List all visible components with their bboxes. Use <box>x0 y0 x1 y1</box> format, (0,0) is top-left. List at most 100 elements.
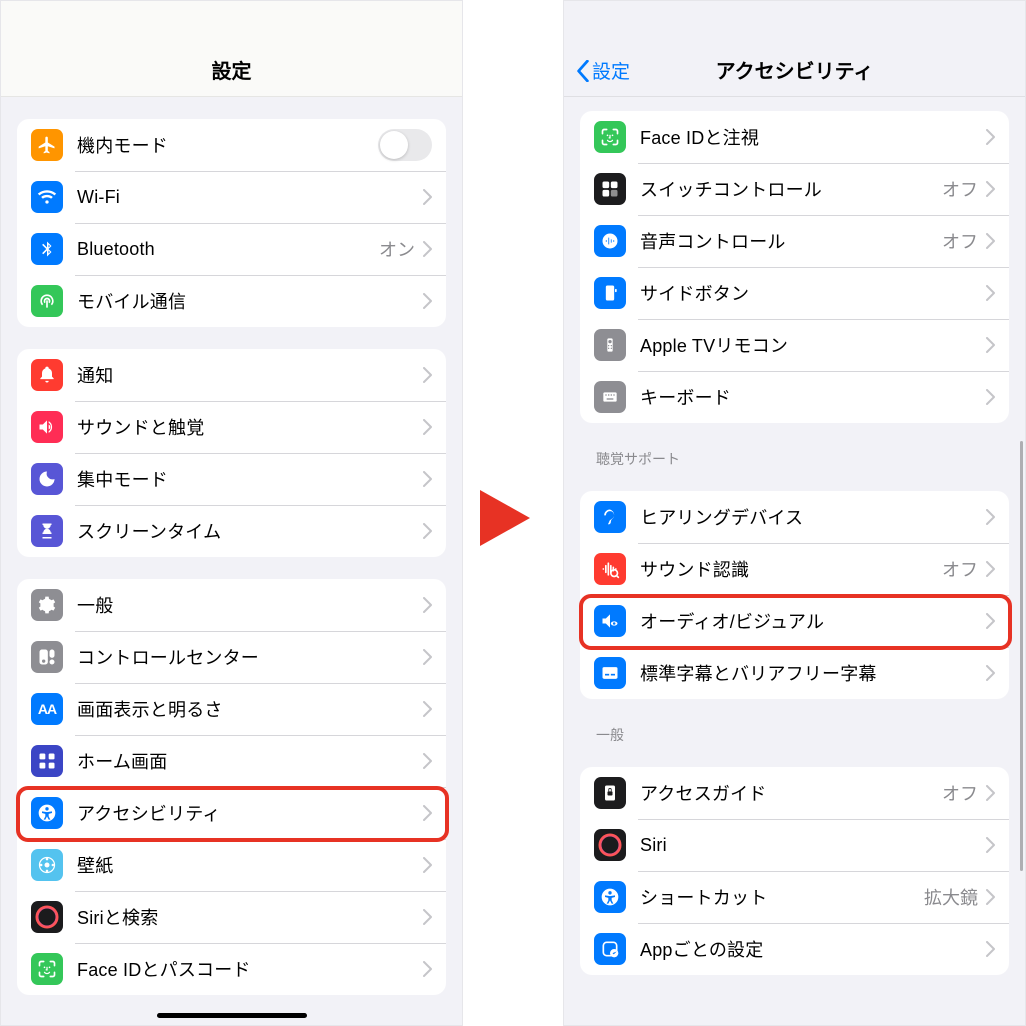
chevron-right-icon <box>986 285 995 301</box>
settings-row[interactable]: Bluetooth オン <box>17 223 446 275</box>
back-button[interactable]: 設定 <box>576 57 630 84</box>
screentime-icon <box>31 515 63 547</box>
settings-row[interactable]: オーディオ/ビジュアル <box>580 595 1009 647</box>
chevron-right-icon <box>986 561 995 577</box>
wifi-icon <box>31 181 63 213</box>
chevron-right-icon <box>423 649 432 665</box>
settings-row[interactable]: Face IDとパスコード <box>17 943 446 995</box>
settings-row[interactable]: Apple TVリモコン <box>580 319 1009 371</box>
row-label: ショートカット <box>640 884 924 910</box>
homescreen-icon <box>31 745 63 777</box>
row-label: コントロールセンター <box>77 644 423 670</box>
row-label: 壁紙 <box>77 852 423 878</box>
navbar: 設定 <box>1 1 462 97</box>
row-label: Wi-Fi <box>77 187 423 208</box>
row-label: 機内モード <box>77 132 378 158</box>
settings-content: 機内モード Wi-Fi Bluetooth オン モバイル通信 通知 サウンドと… <box>1 119 462 1015</box>
group-header: 聴覚サポート <box>596 449 993 469</box>
siri-icon <box>31 901 63 933</box>
settings-row[interactable]: サウンド認識 オフ <box>580 543 1009 595</box>
group-header: 一般 <box>596 725 993 745</box>
chevron-right-icon <box>986 181 995 197</box>
settings-row[interactable]: 壁紙 <box>17 839 446 891</box>
chevron-right-icon <box>423 701 432 717</box>
row-label: サイドボタン <box>640 280 986 306</box>
settings-group: 通知 サウンドと触覚 集中モード スクリーンタイム <box>17 349 446 557</box>
row-label: 音声コントロール <box>640 228 942 254</box>
row-label: Apple TVリモコン <box>640 332 986 358</box>
chevron-right-icon <box>423 241 432 257</box>
settings-row[interactable]: スクリーンタイム <box>17 505 446 557</box>
wallpaper-icon <box>31 849 63 881</box>
perapp-icon <box>594 933 626 965</box>
settings-row[interactable]: サイドボタン <box>580 267 1009 319</box>
chevron-right-icon <box>423 961 432 977</box>
cellular-icon <box>31 285 63 317</box>
toggle[interactable] <box>378 129 432 161</box>
settings-row[interactable]: ヒアリングデバイス <box>580 491 1009 543</box>
row-label: アクセスガイド <box>640 780 942 806</box>
chevron-right-icon <box>423 523 432 539</box>
settings-row[interactable]: AA 画面表示と明るさ <box>17 683 446 735</box>
settings-row[interactable]: モバイル通信 <box>17 275 446 327</box>
scrollbar[interactable] <box>1020 441 1023 871</box>
settings-row[interactable]: サウンドと触覚 <box>17 401 446 453</box>
row-value: オフ <box>942 556 978 582</box>
settings-row[interactable]: スイッチコントロール オフ <box>580 163 1009 215</box>
notifications-icon <box>31 359 63 391</box>
home-indicator[interactable] <box>157 1013 307 1018</box>
airplane-icon <box>31 129 63 161</box>
row-label: オーディオ/ビジュアル <box>640 608 986 634</box>
settings-group: アクセスガイド オフ Siri ショートカット 拡大鏡 Appごとの設定 <box>580 767 1009 975</box>
settings-group: 機内モード Wi-Fi Bluetooth オン モバイル通信 <box>17 119 446 327</box>
settings-row[interactable]: キーボード <box>580 371 1009 423</box>
settings-row[interactable]: 一般 <box>17 579 446 631</box>
bluetooth-icon <box>31 233 63 265</box>
faceid-icon <box>31 953 63 985</box>
chevron-right-icon <box>423 471 432 487</box>
chevron-right-icon <box>986 941 995 957</box>
row-label: アクセシビリティ <box>77 800 423 826</box>
row-label: Face IDとパスコード <box>77 956 423 982</box>
settings-row[interactable]: 通知 <box>17 349 446 401</box>
row-value: 拡大鏡 <box>924 884 978 910</box>
voicecontrol-icon <box>594 225 626 257</box>
settings-row[interactable]: 音声コントロール オフ <box>580 215 1009 267</box>
sidebutton-icon <box>594 277 626 309</box>
settings-row[interactable]: アクセスガイド オフ <box>580 767 1009 819</box>
settings-row[interactable]: Appごとの設定 <box>580 923 1009 975</box>
settings-row[interactable]: Siriと検索 <box>17 891 446 943</box>
row-label: キーボード <box>640 384 986 410</box>
settings-row[interactable]: コントロールセンター <box>17 631 446 683</box>
chevron-right-icon <box>986 129 995 145</box>
settings-row[interactable]: Wi-Fi <box>17 171 446 223</box>
back-label: 設定 <box>592 57 630 84</box>
settings-row[interactable]: 標準字幕とバリアフリー字幕 <box>580 647 1009 699</box>
navbar: 設定 アクセシビリティ <box>564 1 1025 97</box>
settings-row[interactable]: ホーム画面 <box>17 735 446 787</box>
chevron-right-icon <box>423 753 432 769</box>
siri-icon <box>594 829 626 861</box>
chevron-right-icon <box>986 889 995 905</box>
row-value: オフ <box>942 228 978 254</box>
arrow-right-icon <box>480 490 530 546</box>
settings-group: 一般 コントロールセンター AA 画面表示と明るさ ホーム画面 アクセシビリティ… <box>17 579 446 995</box>
settings-row[interactable]: Face IDと注視 <box>580 111 1009 163</box>
chevron-right-icon <box>986 337 995 353</box>
chevron-right-icon <box>423 857 432 873</box>
settings-screen: 設定 機内モード Wi-Fi Bluetooth オン モバイル通信 通知 サウ… <box>0 0 463 1026</box>
row-label: 画面表示と明るさ <box>77 696 423 722</box>
settings-row[interactable]: ショートカット 拡大鏡 <box>580 871 1009 923</box>
chevron-right-icon <box>423 805 432 821</box>
sound-icon <box>31 411 63 443</box>
chevron-right-icon <box>423 189 432 205</box>
settings-row[interactable]: 集中モード <box>17 453 446 505</box>
row-label: ホーム画面 <box>77 748 423 774</box>
row-value: オフ <box>942 176 978 202</box>
row-label: サウンド認識 <box>640 556 942 582</box>
settings-row[interactable]: 機内モード <box>17 119 446 171</box>
guidedaccess-icon <box>594 777 626 809</box>
settings-row[interactable]: Siri <box>580 819 1009 871</box>
settings-row[interactable]: アクセシビリティ <box>17 787 446 839</box>
accessibility-content: Face IDと注視 スイッチコントロール オフ 音声コントロール オフ サイド… <box>564 111 1025 995</box>
